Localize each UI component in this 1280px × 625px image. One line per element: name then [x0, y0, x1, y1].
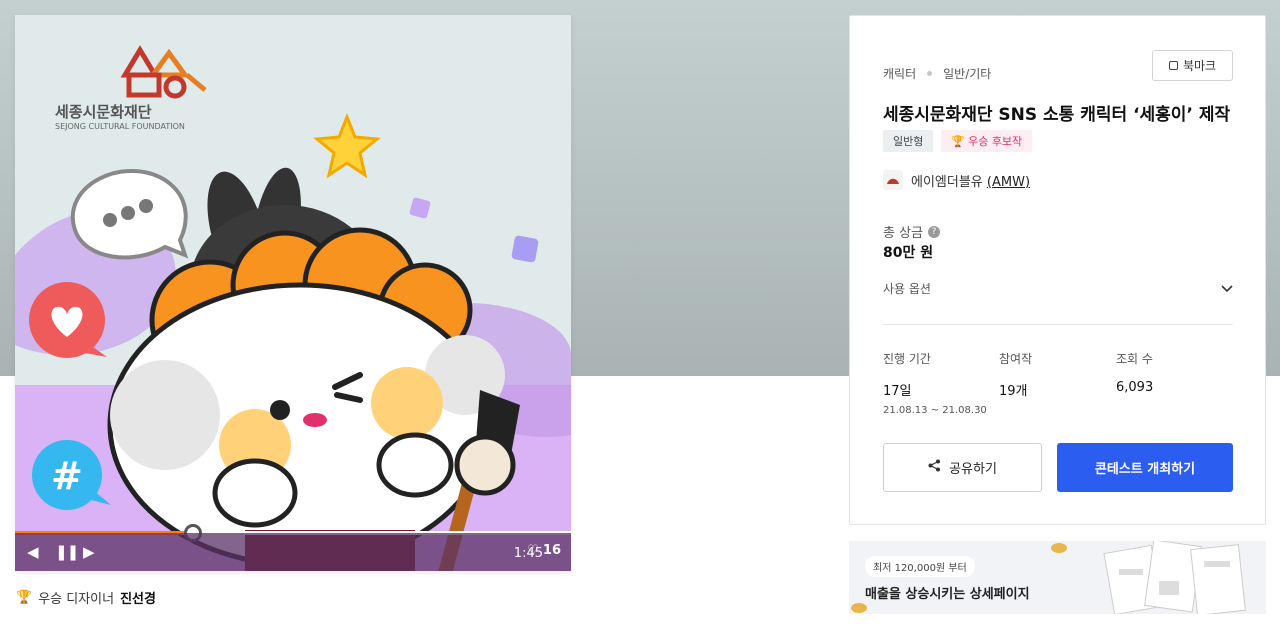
foundation-logo	[120, 45, 207, 99]
artwork-image[interactable]: 세종시문화재단 SEJONG CULTURAL FOUNDATION # ◀ ❚…	[15, 15, 571, 571]
award-badge: 🏆 우승 후보작	[941, 130, 1033, 152]
company-name: 에이엠더블유	[911, 174, 987, 190]
like-count[interactable]: ♡ 16	[527, 543, 561, 558]
ad-pages-illustration	[1103, 541, 1246, 614]
category-link[interactable]: 캐릭터	[883, 65, 916, 82]
winner-designer-label: 우승 디자이너	[38, 592, 115, 607]
stat-views: 조회 수 6,093	[1116, 350, 1153, 395]
stat-entries-label: 참여작	[999, 352, 1033, 366]
trophy-icon: 🏆	[951, 134, 966, 148]
ad-headline: 매출을 상승시키는 상세페이지	[865, 587, 1030, 602]
contest-title: 세종시문화재단 SNS 소통 캐릭터 ‘세홍이’ 제작	[883, 105, 1231, 125]
previous-icon[interactable]: ◀	[27, 543, 39, 561]
help-icon[interactable]: ?	[928, 225, 941, 238]
stat-views-label: 조회 수	[1116, 352, 1153, 366]
speech-bubble-icon	[70, 168, 189, 260]
star-icon	[313, 112, 381, 179]
total-prize-value: 80만 원	[883, 245, 934, 261]
ad-price-pill: 최저 120,000원 부터	[865, 556, 975, 577]
foundation-name-ko: 세종시문화재단	[55, 103, 152, 121]
stat-period-range: 21.08.13 ~ 21.08.30	[883, 405, 987, 416]
coin-decoration	[851, 603, 867, 613]
award-badge-label: 우승 후보작	[968, 135, 1023, 148]
divider	[883, 324, 1233, 325]
stat-period-value: 17일	[883, 384, 912, 399]
svg-text:#: #	[51, 454, 83, 498]
contest-type-badge: 일반형	[883, 130, 934, 152]
usage-options-toggle[interactable]: 사용 옵션	[883, 280, 1233, 297]
badge-group: 일반형 🏆 우승 후보작	[883, 130, 1033, 152]
stat-entries: 참여작 19개	[999, 350, 1032, 399]
video-player-controls: ◀ ❚❚ ▶ 1:45 ♡ 16	[15, 533, 571, 571]
usage-options-label: 사용 옵션	[883, 282, 931, 296]
chevron-down-icon	[1221, 282, 1233, 296]
host-contest-button[interactable]: 콘테스트 개최하기	[1057, 443, 1233, 492]
subcategory-link[interactable]: 일반/기타	[943, 65, 991, 82]
trophy-icon: 🏆	[16, 590, 33, 605]
share-label: 공유하기	[949, 462, 997, 477]
bookmark-button[interactable]: 북마크	[1152, 50, 1233, 81]
company-logo-icon	[883, 170, 903, 190]
next-icon[interactable]: ▶	[83, 543, 95, 561]
company-link[interactable]: (AMW)	[987, 175, 1030, 190]
stat-views-value: 6,093	[1116, 380, 1154, 395]
share-button[interactable]: 공유하기	[883, 443, 1042, 492]
total-prize-label-text: 총 상금	[883, 226, 924, 241]
like-count-value: 16	[542, 543, 561, 558]
winner-designer-name[interactable]: 진선경	[120, 588, 156, 607]
bookmark-label: 북마크	[1182, 59, 1217, 73]
coin-decoration	[1051, 543, 1067, 553]
character-illustration: 세종시문화재단 SEJONG CULTURAL FOUNDATION #	[15, 45, 571, 571]
heart-icon: ♡	[527, 543, 539, 558]
foundation-name-en: SEJONG CULTURAL FOUNDATION	[55, 122, 185, 131]
company-name-wrapper: 에이엠더블유 (AMW)	[911, 171, 1030, 190]
share-icon	[928, 459, 941, 476]
total-prize-label: 총 상금 ?	[883, 222, 941, 241]
ad-banner[interactable]: 최저 120,000원 부터 매출을 상승시키는 상세페이지	[849, 541, 1266, 614]
stat-period-label: 진행 기간	[883, 352, 931, 366]
bookmark-icon	[1168, 61, 1178, 70]
stat-entries-value: 19개	[999, 384, 1028, 399]
winner-designer: 🏆 우승 디자이너 진선경	[16, 588, 156, 607]
contest-info-panel: 캐릭터 일반/기타 북마크 세종시문화재단 SNS 소통 캐릭터 ‘세홍이’ 제…	[849, 15, 1266, 525]
pause-icon[interactable]: ❚❚	[55, 543, 79, 561]
host-company: 에이엠더블유 (AMW)	[883, 170, 1030, 190]
stat-period: 진행 기간 17일 21.08.13 ~ 21.08.30	[883, 350, 987, 416]
breadcrumb: 캐릭터 일반/기타	[883, 65, 991, 82]
breadcrumb-separator	[927, 71, 933, 76]
